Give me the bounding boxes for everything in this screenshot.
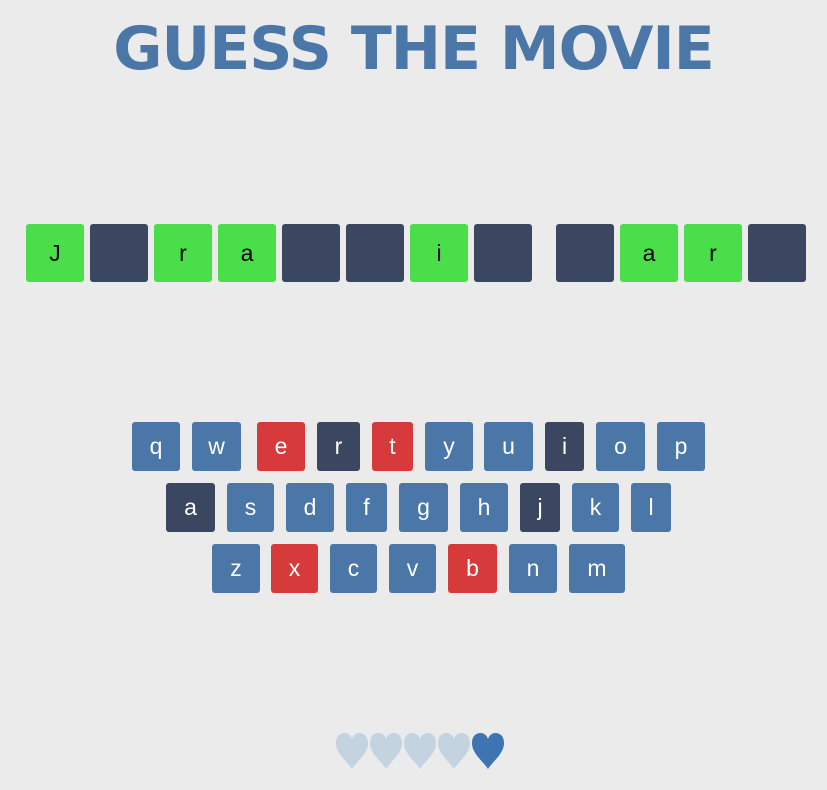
key-a[interactable]: a [166,483,215,532]
key-p[interactable]: p [657,422,705,471]
answer-tile-hidden [282,224,340,282]
key-d[interactable]: d [286,483,334,532]
key-n[interactable]: n [509,544,557,593]
heart-icon-lost [369,732,403,770]
key-v[interactable]: v [389,544,436,593]
key-l[interactable]: l [631,483,671,532]
answer-tile-revealed: J [26,224,84,282]
answer-tile-hidden [90,224,148,282]
answer-tile-revealed: a [620,224,678,282]
key-u[interactable]: u [484,422,533,471]
key-j[interactable]: j [520,483,560,532]
answer-tile-hidden [748,224,806,282]
key-t[interactable]: t [372,422,413,471]
answer-tile-hidden [556,224,614,282]
page-title: GUESS THE MOVIE [113,14,714,84]
key-c[interactable]: c [330,544,377,593]
answer-tile-revealed: a [218,224,276,282]
answer-tile-revealed: r [154,224,212,282]
answer-tile-hidden [346,224,404,282]
key-m[interactable]: m [569,544,625,593]
heart-icon-full [471,732,505,770]
key-i[interactable]: i [545,422,584,471]
answer-tile-revealed: r [684,224,742,282]
key-g[interactable]: g [399,483,448,532]
key-b[interactable]: b [448,544,497,593]
key-z[interactable]: z [212,544,260,593]
key-x[interactable]: x [271,544,318,593]
key-f[interactable]: f [346,483,387,532]
answer-tile-hidden [474,224,532,282]
key-w[interactable]: w [192,422,241,471]
heart-icon-lost [437,732,471,770]
answer-tile-revealed: i [410,224,468,282]
key-o[interactable]: o [596,422,645,471]
heart-icon-lost [403,732,437,770]
key-h[interactable]: h [460,483,508,532]
heart-icon-lost [335,732,369,770]
key-e[interactable]: e [257,422,305,471]
key-r[interactable]: r [317,422,360,471]
key-s[interactable]: s [227,483,274,532]
key-y[interactable]: y [425,422,473,471]
key-k[interactable]: k [572,483,619,532]
key-q[interactable]: q [132,422,180,471]
